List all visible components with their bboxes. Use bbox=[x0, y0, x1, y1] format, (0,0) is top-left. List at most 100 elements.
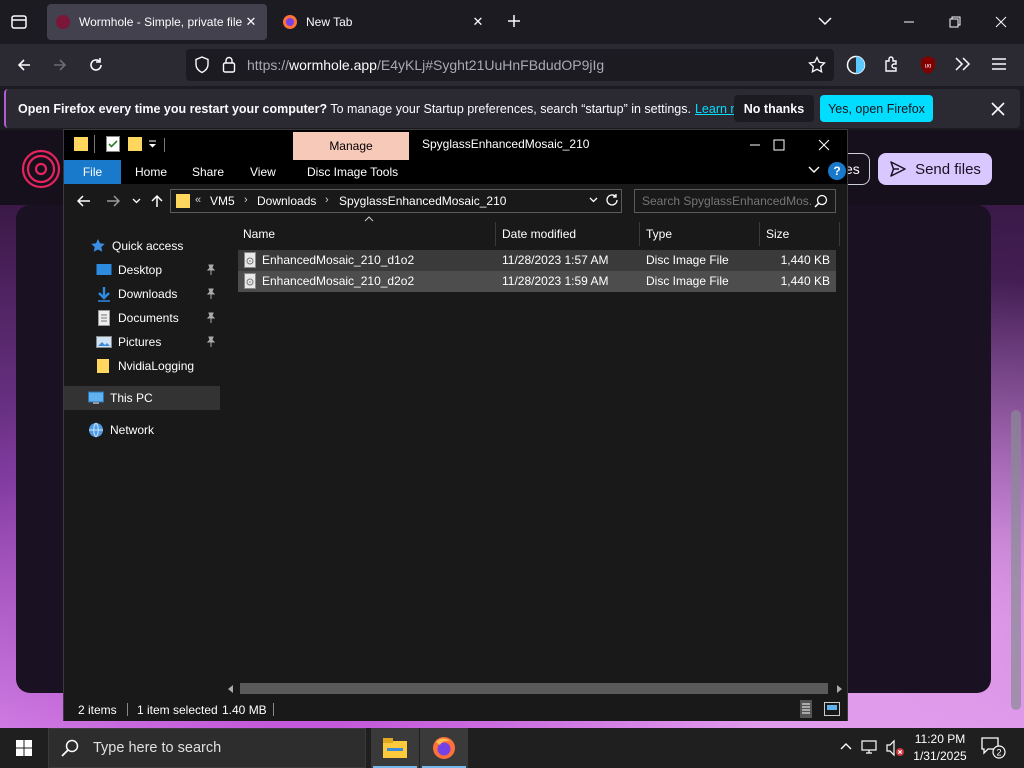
nav-pictures[interactable]: Pictures bbox=[64, 330, 220, 354]
nav-documents[interactable]: Documents bbox=[64, 306, 220, 330]
refresh-icon[interactable] bbox=[605, 193, 619, 207]
horizontal-scrollbar-thumb[interactable] bbox=[240, 683, 828, 694]
ribbon-tab-view[interactable]: View bbox=[240, 160, 286, 184]
column-header-size[interactable]: Size bbox=[760, 222, 840, 246]
ribbon-tab-file[interactable]: File bbox=[64, 160, 121, 184]
nav-downloads[interactable]: Downloads bbox=[64, 282, 220, 306]
restore-button[interactable] bbox=[932, 8, 978, 36]
nav-nvidialogging[interactable]: NvidiaLogging bbox=[64, 354, 220, 378]
close-notification-icon[interactable] bbox=[986, 97, 1010, 121]
column-header-name[interactable]: Name bbox=[237, 222, 496, 246]
search-icon bbox=[61, 739, 79, 757]
forward-button[interactable] bbox=[46, 51, 74, 79]
overflow-menu-icon[interactable] bbox=[954, 57, 972, 71]
documents-icon bbox=[98, 310, 110, 326]
extensions-icon[interactable] bbox=[883, 55, 901, 73]
ribbon-tab-share[interactable]: Share bbox=[182, 160, 234, 184]
up-folder-icon[interactable] bbox=[147, 192, 167, 210]
properties-icon[interactable] bbox=[106, 136, 120, 152]
reload-button[interactable] bbox=[82, 51, 110, 79]
file-size: 1,440 KB bbox=[780, 274, 830, 288]
breadcrumb-separator-icon[interactable]: › bbox=[325, 194, 329, 206]
show-hidden-icons-icon[interactable] bbox=[840, 741, 852, 751]
wormhole-logo-icon[interactable] bbox=[20, 148, 62, 190]
notification-message: Open Firefox every time you restart your… bbox=[18, 102, 759, 116]
explorer-search-input[interactable] bbox=[642, 194, 812, 208]
explorer-forward-icon[interactable] bbox=[103, 192, 123, 210]
tab-list-icon[interactable] bbox=[10, 13, 28, 31]
manage-contextual-tab[interactable]: Manage bbox=[293, 132, 409, 160]
taskbar-firefox[interactable] bbox=[420, 728, 468, 768]
address-overflow[interactable]: « bbox=[195, 194, 201, 206]
address-history-icon[interactable] bbox=[589, 197, 598, 203]
tab-wormhole[interactable]: Wormhole - Simple, private file ✕ bbox=[47, 4, 267, 40]
network-status-icon[interactable] bbox=[861, 739, 879, 755]
send-files-button[interactable]: Send files bbox=[878, 153, 992, 185]
page-scrollbar-thumb[interactable] bbox=[1011, 410, 1021, 710]
new-folder-icon[interactable] bbox=[128, 136, 142, 152]
firefox-favicon-icon bbox=[283, 15, 297, 29]
list-all-tabs-icon[interactable] bbox=[817, 15, 833, 27]
taskbar-clock[interactable]: 11:20 PM 1/31/2025 bbox=[905, 731, 975, 765]
pin-icon bbox=[206, 336, 216, 347]
tab-new-tab[interactable]: New Tab ✕ bbox=[274, 4, 494, 40]
file-row[interactable]: EnhancedMosaic_210_d1o2 11/28/2023 1:57 … bbox=[238, 250, 836, 271]
large-icons-view-icon[interactable] bbox=[824, 702, 840, 716]
scroll-left-icon[interactable] bbox=[228, 685, 234, 693]
minimize-button[interactable] bbox=[886, 8, 932, 36]
expand-ribbon-icon[interactable] bbox=[808, 166, 820, 174]
pin-icon bbox=[206, 312, 216, 323]
explorer-close-button[interactable] bbox=[801, 130, 847, 160]
ublock-origin-icon[interactable]: uo bbox=[919, 55, 937, 75]
notification-count: 2 bbox=[996, 748, 1001, 758]
nav-desktop[interactable]: Desktop bbox=[64, 258, 220, 282]
ribbon-tab-disc-image-tools[interactable]: Disc Image Tools bbox=[297, 160, 408, 184]
explorer-maximize-button[interactable] bbox=[756, 130, 802, 160]
disc-image-file-icon bbox=[244, 273, 256, 289]
breadcrumb-vm5[interactable]: VM5 bbox=[210, 194, 235, 208]
close-tab-icon[interactable]: ✕ bbox=[470, 14, 486, 30]
explorer-back-icon[interactable] bbox=[74, 192, 94, 210]
start-button[interactable] bbox=[0, 728, 48, 768]
details-view-icon[interactable] bbox=[800, 700, 812, 718]
computer-icon bbox=[88, 391, 104, 404]
firefox-view-icon[interactable] bbox=[846, 55, 866, 75]
url-text[interactable]: https://wormhole.app/E4yKLj#Syght21UuHnF… bbox=[247, 57, 604, 73]
hamburger-menu-icon[interactable] bbox=[991, 57, 1007, 71]
column-header-date-modified[interactable]: Date modified bbox=[496, 222, 640, 246]
nav-label: Network bbox=[110, 423, 155, 437]
nav-network[interactable]: Network bbox=[64, 418, 220, 442]
close-tab-icon[interactable]: ✕ bbox=[243, 14, 259, 30]
notification-center-icon[interactable]: 2 bbox=[980, 736, 1006, 760]
tracking-protection-icon[interactable] bbox=[194, 56, 210, 74]
new-tab-icon[interactable] bbox=[506, 13, 522, 29]
file-type: Disc Image File bbox=[646, 253, 729, 267]
back-button[interactable] bbox=[10, 51, 38, 79]
ribbon-tab-home[interactable]: Home bbox=[125, 160, 177, 184]
breadcrumb-downloads[interactable]: Downloads bbox=[257, 194, 316, 208]
nav-label: Downloads bbox=[118, 287, 178, 301]
file-row[interactable]: EnhancedMosaic_210_d2o2 11/28/2023 1:59 … bbox=[238, 271, 836, 292]
column-header-type[interactable]: Type bbox=[640, 222, 760, 246]
no-thanks-button[interactable]: No thanks bbox=[734, 95, 814, 122]
search-icon[interactable] bbox=[814, 194, 828, 208]
help-icon[interactable]: ? bbox=[828, 162, 846, 180]
recent-locations-icon[interactable] bbox=[126, 192, 146, 210]
lock-icon[interactable] bbox=[222, 56, 236, 73]
nav-quick-access[interactable]: Quick access bbox=[64, 234, 220, 258]
open-firefox-button[interactable]: Yes, open Firefox bbox=[820, 95, 933, 122]
close-window-button[interactable] bbox=[978, 8, 1024, 36]
breadcrumb-separator-icon[interactable]: › bbox=[244, 194, 248, 206]
taskbar-file-explorer[interactable] bbox=[371, 728, 419, 768]
volume-muted-icon[interactable] bbox=[885, 739, 905, 757]
file-date: 11/28/2023 1:59 AM bbox=[502, 274, 609, 288]
nav-this-pc[interactable]: This PC bbox=[64, 386, 220, 410]
taskbar-search-box[interactable]: Type here to search bbox=[48, 728, 366, 768]
breadcrumb-current-folder[interactable]: SpyglassEnhancedMosaic_210 bbox=[339, 194, 506, 208]
qat-customize-icon[interactable] bbox=[148, 140, 157, 148]
nav-label: Desktop bbox=[118, 263, 163, 277]
bookmark-star-icon[interactable] bbox=[808, 56, 826, 74]
scroll-right-icon[interactable] bbox=[836, 685, 842, 693]
file-name: EnhancedMosaic_210_d1o2 bbox=[262, 253, 415, 267]
status-separator bbox=[273, 703, 274, 716]
